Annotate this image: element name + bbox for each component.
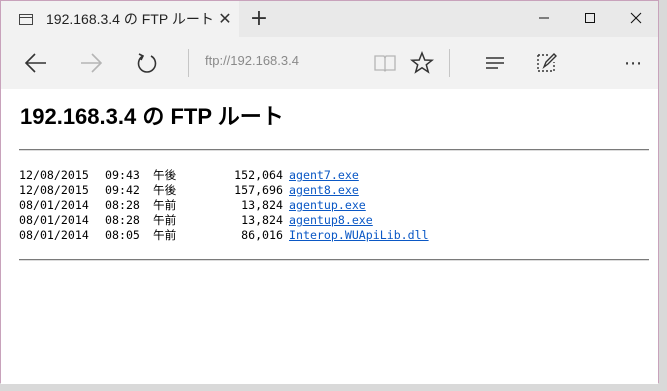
address-bar[interactable]: ftp://192.168.3.4 xyxy=(205,53,299,68)
file-time: 08:05 xyxy=(105,228,140,242)
close-icon xyxy=(630,12,642,23)
file-link[interactable]: agentup.exe xyxy=(289,198,366,213)
file-period: 午後 xyxy=(153,183,177,197)
minimize-icon xyxy=(539,17,549,18)
file-size: 13,824 xyxy=(241,198,283,212)
page-icon xyxy=(19,13,33,25)
hub-button[interactable] xyxy=(479,47,511,79)
minimize-button[interactable] xyxy=(521,1,567,33)
file-period: 午後 xyxy=(153,168,177,182)
file-date: 08/01/2014 xyxy=(19,228,89,242)
file-time: 08:28 xyxy=(105,198,140,212)
active-tab[interactable]: 192.168.3.4 の FTP ルート ✕ xyxy=(1,1,239,37)
book-icon xyxy=(374,55,396,72)
bottom-divider xyxy=(19,259,649,261)
file-row: 08/01/2014 08:28 午前 13,824 agentup.exe xyxy=(19,198,429,213)
refresh-button[interactable] xyxy=(131,47,163,79)
file-date: 12/08/2015 xyxy=(19,168,89,182)
file-time: 09:42 xyxy=(105,183,140,197)
file-row: 08/01/2014 08:05 午前 86,016 Interop.WUApiLib.… xyxy=(19,228,429,243)
back-button[interactable] xyxy=(20,47,52,79)
file-period: 午前 xyxy=(153,198,177,212)
file-size: 13,824 xyxy=(241,213,283,227)
file-time: 08:28 xyxy=(105,213,140,227)
tab-bar: 192.168.3.4 の FTP ルート ✕ + xyxy=(1,1,658,37)
tab-title: 192.168.3.4 の FTP ルート xyxy=(46,11,214,27)
file-link[interactable]: agent7.exe xyxy=(289,168,359,183)
top-divider xyxy=(19,149,649,151)
file-link[interactable]: Interop.WUApiLib.dll xyxy=(289,228,429,243)
file-link[interactable]: agentup8.exe xyxy=(289,213,373,228)
maximize-button[interactable] xyxy=(567,1,613,33)
navigation-bar: ftp://192.168.3.4 ⋯ xyxy=(1,37,658,89)
file-date: 08/01/2014 xyxy=(19,213,89,227)
tab-close-icon[interactable]: ✕ xyxy=(217,11,233,27)
more-button[interactable]: ⋯ xyxy=(617,47,649,79)
toolbar-separator xyxy=(449,49,450,77)
file-size: 157,696 xyxy=(234,183,283,197)
favorite-button[interactable] xyxy=(406,47,438,79)
file-date: 12/08/2015 xyxy=(19,183,89,197)
forward-button[interactable] xyxy=(75,47,107,79)
file-period: 午前 xyxy=(153,228,177,242)
file-row: 12/08/2015 09:43 午後 152,064 agent7.exe xyxy=(19,168,429,183)
star-icon xyxy=(410,51,434,74)
file-period: 午前 xyxy=(153,213,177,227)
file-time: 09:43 xyxy=(105,168,140,182)
forward-arrow-icon xyxy=(81,53,103,73)
file-row: 12/08/2015 09:42 午後 157,696 agent8.exe xyxy=(19,183,429,198)
window-close-button[interactable] xyxy=(613,1,659,33)
maximize-icon xyxy=(585,12,595,23)
file-date: 08/01/2014 xyxy=(19,198,89,212)
file-listing: 12/08/2015 09:43 午後 152,064 agent7.exe 12/08/… xyxy=(19,168,429,243)
address-separator xyxy=(188,49,189,77)
refresh-icon xyxy=(137,53,157,73)
hub-icon xyxy=(486,57,504,69)
page-title: 192.168.3.4 の FTP ルート xyxy=(20,104,284,129)
web-note-button[interactable] xyxy=(530,47,562,79)
new-tab-button[interactable]: + xyxy=(247,7,271,31)
file-link[interactable]: agent8.exe xyxy=(289,183,359,198)
back-arrow-icon xyxy=(24,53,46,73)
reading-view-button[interactable] xyxy=(369,47,401,79)
web-note-icon xyxy=(537,53,557,72)
file-size: 152,064 xyxy=(234,168,283,182)
file-row: 08/01/2014 08:28 午前 13,824 agentup8.exe xyxy=(19,213,429,228)
page-content: 192.168.3.4 の FTP ルート 12/08/2015 09:43 午後 1… xyxy=(1,89,658,384)
browser-window: 192.168.3.4 の FTP ルート ✕ + ftp://192.168.… xyxy=(0,0,659,384)
file-size: 86,016 xyxy=(241,228,283,242)
